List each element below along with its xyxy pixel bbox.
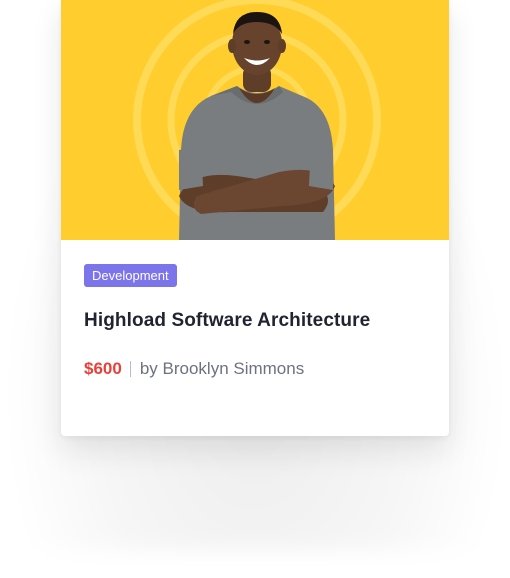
course-price: $600 bbox=[84, 359, 122, 378]
course-card[interactable]: Development Highload Software Architectu… bbox=[61, 0, 449, 436]
instructor-photo bbox=[133, 0, 381, 240]
course-title[interactable]: Highload Software Architecture bbox=[84, 310, 434, 332]
category-badge[interactable]: Development bbox=[84, 264, 177, 287]
course-meta: $600 by Brooklyn Simmons bbox=[84, 359, 304, 379]
page: Development Highload Software Architectu… bbox=[0, 0, 510, 578]
meta-divider bbox=[129, 361, 131, 377]
course-author: by Brooklyn Simmons bbox=[139, 359, 305, 378]
course-cover-image[interactable] bbox=[61, 0, 449, 240]
course-card-body: Development Highload Software Architectu… bbox=[61, 240, 449, 436]
